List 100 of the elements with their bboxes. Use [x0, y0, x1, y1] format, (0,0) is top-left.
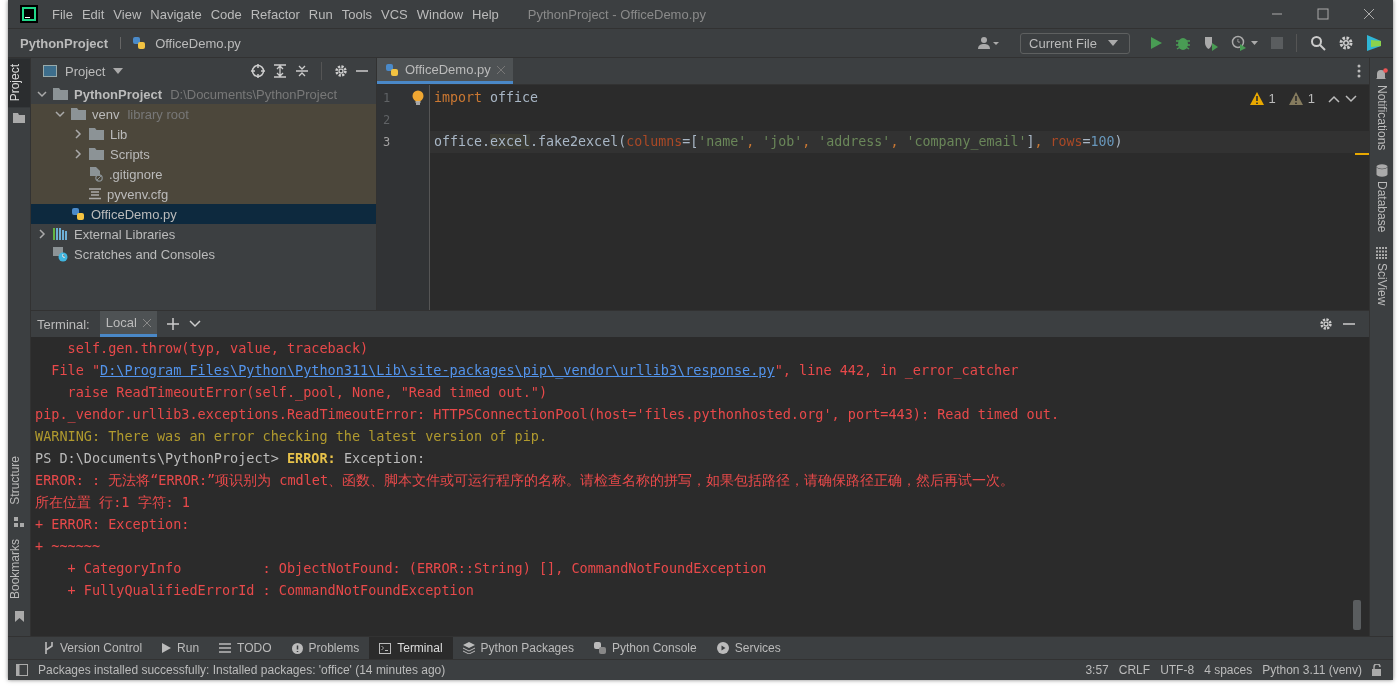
status-item[interactable]: Python 3.11 (venv) [1262, 663, 1362, 677]
menu-item[interactable]: Window [416, 6, 464, 22]
bug-icon[interactable] [1175, 35, 1191, 51]
layout-icon[interactable] [16, 664, 28, 676]
menu-item[interactable]: VCS [381, 6, 408, 22]
maximize-icon[interactable] [1317, 8, 1329, 20]
tool-window-tab[interactable]: Version Control [34, 637, 153, 659]
tree-item[interactable]: venv library root [31, 104, 376, 124]
tool-window-tab[interactable]: Terminal [369, 637, 453, 659]
code-token: , [890, 134, 900, 149]
menu-item[interactable]: File [52, 6, 73, 22]
tree-item[interactable]: PythonProject D:\Documents\PythonProject [31, 84, 376, 104]
tool-window-tab[interactable]: Services [706, 637, 791, 659]
editor-tab[interactable]: OfficeDemo.py [377, 58, 513, 84]
menu-item[interactable]: Refactor [250, 6, 300, 22]
plugin-logo-icon[interactable] [1366, 34, 1382, 52]
crosshair-icon[interactable] [251, 64, 265, 78]
python-file-icon [71, 207, 85, 221]
add-icon[interactable] [166, 318, 179, 330]
menu-item[interactable]: Tools [341, 6, 373, 22]
status-item[interactable]: CRLF [1118, 663, 1151, 677]
profiler-icon[interactable] [1231, 35, 1259, 51]
database-icon[interactable] [1375, 164, 1388, 178]
tool-window-tab[interactable]: SciView [1374, 262, 1389, 306]
tool-window-tab[interactable]: Run [152, 637, 210, 659]
user-icon[interactable] [977, 36, 1002, 50]
tab-label: Terminal [397, 641, 443, 655]
menu-item[interactable]: Edit [81, 6, 105, 22]
terminal-text: raise ReadTimeoutError(self._pool, None, "Read timed out.") [66, 384, 548, 400]
tool-window-tab[interactable]: Database [1374, 181, 1389, 233]
tree-item[interactable]: Scratches and Consoles [31, 244, 376, 264]
status-item[interactable]: 3:57 [1085, 663, 1109, 677]
folder-icon [13, 113, 25, 124]
settings-icon[interactable] [334, 64, 348, 78]
chevron-down-icon[interactable] [188, 320, 201, 328]
folder-icon [53, 88, 68, 100]
code-token: 'address' [818, 134, 891, 149]
search-icon[interactable] [1310, 35, 1326, 51]
folder-icon [71, 108, 86, 120]
tree-item[interactable]: .gitignore [31, 164, 376, 184]
code-token: columns [626, 134, 683, 149]
chevron-down-icon[interactable] [55, 109, 65, 119]
tab-label: Python Packages [480, 641, 574, 655]
lock-icon[interactable] [1372, 664, 1383, 676]
breadcrumb-item[interactable]: OfficeDemo.py [155, 35, 241, 51]
grid-icon[interactable] [1375, 246, 1388, 259]
chevron-right-icon[interactable] [73, 149, 83, 159]
inspection-count: 1 [1268, 91, 1276, 106]
chevron-down-icon[interactable] [37, 89, 47, 99]
menu-item[interactable]: Code [210, 6, 242, 22]
run-icon[interactable] [1149, 36, 1163, 50]
code-token: = [1082, 134, 1091, 149]
tool-window-tab[interactable]: Python Console [583, 637, 707, 659]
expand-all-icon[interactable] [273, 64, 287, 78]
tree-item[interactable]: External Libraries [31, 224, 376, 244]
panel-title[interactable]: Project [65, 63, 106, 79]
tool-window-tab[interactable]: Problems [281, 637, 370, 659]
tool-window-tab[interactable]: Notifications [1374, 85, 1389, 151]
chevron-right-icon[interactable] [37, 229, 47, 239]
tool-window-tab[interactable]: Python Packages [452, 637, 584, 659]
caret-icon[interactable] [113, 68, 124, 74]
tool-window-tab[interactable]: Bookmarks [8, 532, 30, 605]
settings-icon[interactable] [1338, 35, 1354, 51]
scrollbar[interactable] [1353, 600, 1361, 630]
menu-item[interactable]: Help [472, 6, 499, 22]
file-link[interactable]: D:\Program Files\Python\Python311\Lib\site-packages\pip\_vendor\urllib3\response.py [100, 362, 775, 378]
tree-item[interactable]: Lib [31, 124, 376, 144]
tool-window-tab[interactable]: Structure [8, 450, 30, 511]
session-tab[interactable]: Local [99, 311, 157, 337]
collapse-all-icon[interactable] [295, 64, 309, 78]
status-message[interactable]: Packages installed successfully: Installed packages: 'office' (14 minutes ago) [38, 663, 446, 677]
status-item[interactable]: 4 spaces [1204, 663, 1253, 677]
menu-item[interactable]: Run [308, 6, 333, 22]
breadcrumb-item[interactable]: PythonProject [20, 35, 109, 51]
tree-item[interactable]: Scripts [31, 144, 376, 164]
chevron-right-icon[interactable] [73, 129, 83, 139]
lightbulb-icon[interactable] [412, 90, 424, 106]
tool-window-tab[interactable]: Project [8, 58, 30, 108]
bell-icon[interactable] [1375, 68, 1388, 81]
chevron-up-icon[interactable] [1328, 94, 1340, 103]
tree-item[interactable]: OfficeDemo.py [31, 204, 376, 224]
menu-item[interactable]: View [113, 6, 142, 22]
tab-label: Services [734, 641, 781, 655]
code-token: =[ [682, 134, 699, 149]
status-item[interactable]: UTF-8 [1160, 663, 1195, 677]
menu-item[interactable]: Navigate [150, 6, 202, 22]
settings-icon[interactable] [1319, 317, 1333, 331]
more-icon[interactable] [1357, 64, 1361, 78]
close-icon[interactable] [1363, 8, 1375, 20]
code-token: office. [434, 134, 491, 149]
code-token: 'company_email' [906, 134, 1027, 149]
tree-item[interactable]: pyvenv.cfg [31, 184, 376, 204]
chevron-down-icon[interactable] [1345, 94, 1357, 103]
terminal-text: + CategoryInfo : ObjectNotFound: (ERROR::String) [], CommandNotFoundException [66, 560, 767, 576]
run-configuration-dropdown[interactable]: Current File [1020, 32, 1130, 54]
warning-icon[interactable] [1249, 92, 1264, 105]
coverage-icon[interactable] [1203, 35, 1219, 51]
tool-window-tab[interactable]: TODO [209, 637, 282, 659]
warning-icon[interactable] [1288, 92, 1303, 105]
code-token: excel [490, 134, 531, 149]
